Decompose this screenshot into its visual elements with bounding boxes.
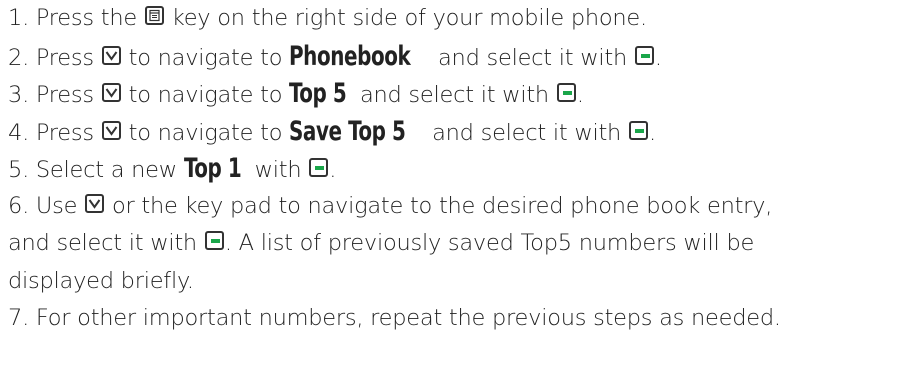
step-3: 3. Press to navigate to Top 5 and select… [8,75,898,113]
step-2: 2. Press to navigate to Phonebook and se… [8,38,898,76]
step-punctuation: . [329,157,337,183]
down-arrow-key-icon [85,193,105,213]
select-key-icon [556,83,576,102]
step-text: and select it with [432,119,622,146]
select-key-icon [634,45,654,65]
menu-item-label: Top 5 [289,78,347,109]
step-4: 4. Press to navigate to Save Top 5 and s… [8,113,898,151]
step-text: and select it with [359,82,549,108]
step-6: 6. Use or the key pad to navigate to the… [8,188,898,226]
step-text: displayed briefly. [8,267,194,294]
step-text: or the key pad to navigate to the desire… [111,192,773,219]
menu-key-icon [144,6,164,25]
step-number: 4. [8,119,29,146]
menu-item-label: Save Top 5 [289,115,406,147]
step-punctuation: . [654,44,662,71]
menu-item-label: Phonebook [289,40,411,72]
select-key-icon [204,231,224,250]
step-number: 6. [8,192,29,219]
step-punctuation: . [648,119,656,146]
step-text: and select it with [8,230,197,256]
select-key-icon [309,158,329,177]
step-punctuation: . [576,82,584,108]
step-6-continued: and select it with . A list of previousl… [8,225,898,263]
step-1: 1. Press the key on the right side of yo… [8,0,898,38]
step-6-continued: displayed briefly. [8,263,898,301]
down-arrow-key-icon [101,120,121,140]
step-text: Press [35,119,94,146]
select-key-icon [628,120,648,140]
step-number: 5. [8,157,29,183]
step-text: to navigate to [128,44,283,71]
down-arrow-key-icon [101,45,121,65]
menu-item-label: Top 1 [183,153,242,184]
step-text: Press [35,82,94,108]
instruction-list: 1. Press the key on the right side of yo… [8,0,898,338]
step-number: 1. [8,5,29,31]
step-number: 2. [8,44,29,71]
step-text: Press the [35,5,137,31]
step-number: 3. [8,82,29,108]
step-number: 7. [8,305,29,331]
step-text: with [254,157,302,183]
step-text: key on the right side of your mobile pho… [171,5,647,31]
step-text: to navigate to [128,119,283,146]
step-text: . A list of previously saved Top5 number… [224,230,755,256]
step-text: For other important numbers, repeat the … [35,305,781,331]
step-7: 7. For other important numbers, repeat t… [8,300,898,338]
down-arrow-key-icon [101,83,121,102]
step-5: 5. Select a new Top 1 with . [8,150,898,188]
step-text: Use [35,192,78,219]
step-text: to navigate to [128,82,283,108]
step-text: and select it with [438,44,627,71]
step-text: Select a new [35,157,177,183]
step-text: Press [35,44,94,71]
